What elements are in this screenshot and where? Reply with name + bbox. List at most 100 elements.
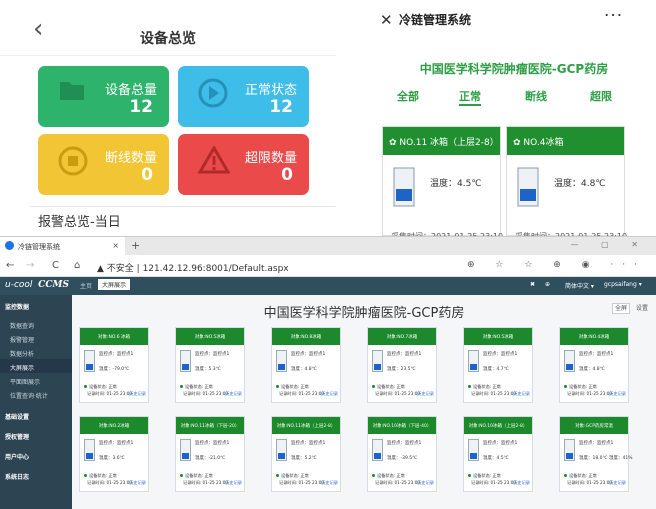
user-menu[interactable]: gcpsaifang ▾ — [604, 281, 642, 288]
device-card[interactable]: 对象:NO.5冰箱 监控点：监控点1 温度：5.3℃ 设备状态: 正常 记录时间: 01… — [175, 327, 245, 403]
device-card[interactable]: 对象:NO.10冰箱（上层2-8） 监控点：监控点1 温度：4.5℃ 设备状态: 正常… — [463, 416, 533, 492]
tab-home[interactable]: 主页 — [80, 281, 92, 290]
new-tab-button[interactable]: + — [131, 239, 140, 252]
reload-button[interactable]: C — [52, 260, 59, 271]
temperature-label: 温度：3.6℃ — [99, 456, 125, 461]
tile-normal-status[interactable]: 正常状态 12 — [178, 66, 309, 127]
tab-dashboard[interactable]: 大屏展示 — [98, 279, 131, 290]
sidebar-item[interactable]: 报警管理 — [0, 331, 72, 345]
sidebar-item[interactable]: 大屏展示 — [0, 359, 72, 373]
history-link[interactable]: 历史记录 — [609, 391, 626, 397]
mobile-detail-panel: ✕ 冷链管理系统 ··· 中国医学科学院肿瘤医院-GCP药房 全部 正常 断线 … — [372, 0, 656, 241]
close-icon[interactable]: ✕ — [380, 11, 393, 29]
device-card[interactable]: 对象:NO.11冰箱（下层-20） 监控点：监控点1 温度：-21.0℃ 设备状态: … — [175, 416, 245, 492]
tile-overlimit-count[interactable]: 超限数量 0 — [178, 134, 309, 195]
history-link[interactable]: 历史记录 — [417, 480, 434, 486]
device-card[interactable]: 对象:GCP药房常温 监控点：监控点1 温度：18.0℃ 湿度：41% 设备状态: 正… — [559, 416, 633, 492]
fullscreen-button[interactable]: 全屏 — [612, 303, 631, 314]
fullscreen-icon[interactable]: ⊕ — [545, 281, 550, 288]
settings-button[interactable]: 设置 — [636, 305, 648, 312]
play-icon — [198, 78, 228, 108]
freezer-icon — [372, 350, 383, 372]
page-title: 设备总览 — [140, 31, 196, 47]
more-icon[interactable]: ··· — [604, 6, 623, 26]
sidebar-item[interactable]: 系统日志 — [0, 467, 72, 483]
tile-total-devices[interactable]: 设备总量 12 — [38, 66, 169, 127]
device-card[interactable]: ✿ NO.11 冰箱（上层2-8） 温度：4.5℃ 采集时间：2021-01-2… — [382, 126, 503, 241]
device-card-title: 对象:GCP药房常温 — [560, 417, 628, 434]
device-card[interactable]: 对象:NO.10冰箱（下层-40） 监控点：监控点1 温度：-39.5℃ 设备状态: … — [367, 416, 437, 492]
history-link[interactable]: 历史记录 — [225, 391, 242, 397]
sidebar-item[interactable]: 位置查询·统计 — [0, 387, 72, 401]
url-input[interactable]: ▲ 不安全 | 121.42.12.96:8001/Default.aspx — [97, 261, 289, 274]
divider — [30, 206, 336, 207]
sidebar-item[interactable]: 数据分析 — [0, 345, 72, 359]
back-button[interactable]: ← — [6, 260, 14, 271]
sidebar-item[interactable]: 监控数据 — [0, 297, 72, 313]
sensor-label: 监控点：监控点1 — [99, 352, 134, 357]
history-link[interactable]: 历史记录 — [609, 480, 626, 486]
browser-tab[interactable]: 冷链管理系统 × — [0, 237, 125, 255]
history-link[interactable]: 历史记录 — [225, 480, 242, 486]
sidebar-item[interactable]: 平面图展示 — [0, 373, 72, 387]
record-time: 记录时间: 01-25 23:00 — [87, 391, 133, 396]
tile-offline-count[interactable]: 断线数量 0 — [38, 134, 169, 195]
forward-button[interactable]: → — [26, 260, 34, 271]
sensor-label: 监控点：监控点1 — [483, 352, 518, 357]
device-card-title: 对象:NO.5冰箱 — [176, 328, 244, 345]
home-button[interactable]: ⌂ — [74, 260, 80, 271]
device-card[interactable]: 对象:NO.5冰箱 监控点：监控点1 温度：4.7℃ 设备状态: 正常 记录时间: 01… — [463, 327, 533, 403]
main-content: 中国医学科学院肿瘤医院-GCP药房 全屏 设置 对象:NO.6 冰箱 监控点：监控… — [72, 295, 656, 509]
device-card[interactable]: 对象:NO.4冰箱 监控点：监控点1 温度：4.8℃ 设备状态: 正常 记录时间: 01… — [559, 327, 629, 403]
freezer-icon — [393, 167, 415, 207]
sidebar-item[interactable]: 基础设置 — [0, 407, 72, 423]
device-card[interactable]: 对象:NO.11冰箱（上层2-8） 监控点：监控点1 温度：5.2℃ 设备状态: 正常… — [271, 416, 341, 492]
device-status: 设备状态: 正常 — [569, 384, 597, 389]
close-all-icon[interactable]: ✖ — [530, 281, 535, 288]
device-card[interactable]: 对象:NO.6 冰箱 监控点：监控点1 温度：-79.0℃ 设备状态: 正常 记录时间:… — [79, 327, 149, 403]
temperature-label: 温度：5.3℃ — [195, 367, 221, 372]
device-card-header: ✿ NO.4冰箱 — [507, 127, 624, 155]
device-card-title: 对象:NO.11冰箱（上层2-8） — [272, 417, 340, 434]
tab-offline[interactable]: 断线 — [525, 88, 547, 104]
tab-overlimit[interactable]: 超限 — [590, 88, 612, 104]
warning-icon — [198, 146, 230, 174]
temperature-label: 温度：4.8℃ — [579, 367, 605, 372]
mobile-overview-header: ‹ 设备总览 — [0, 0, 336, 56]
history-link[interactable]: 历史记录 — [513, 480, 530, 486]
sidebar-item[interactable]: 用户中心 — [0, 447, 72, 463]
mobile-detail-topbar: ✕ 冷链管理系统 ··· — [372, 0, 656, 40]
device-card[interactable]: 对象:NO.7冰箱 监控点：监控点1 温度：23.5℃ 设备状态: 正常 记录时间: 0… — [367, 327, 437, 403]
freezer-icon — [84, 439, 95, 461]
browser-toolbar-icons[interactable]: ⊕ ☆ ☆ ⊕ ◉ ··· — [467, 260, 646, 270]
history-link[interactable]: 历史记录 — [129, 391, 146, 397]
device-status: 设备状态: 正常 — [377, 473, 405, 478]
status-dot — [372, 474, 375, 477]
record-time: 记录时间: 01-25 23:00 — [375, 480, 421, 485]
tab-normal[interactable]: 正常 — [459, 88, 481, 106]
device-card[interactable]: 对象:NO.8冰箱 监控点：监控点1 温度：4.8℃ 设备状态: 正常 记录时间: 01… — [271, 327, 341, 403]
history-link[interactable]: 历史记录 — [321, 391, 338, 397]
device-status: 设备状态: 正常 — [473, 473, 501, 478]
close-icon[interactable]: × — [112, 241, 119, 250]
history-link[interactable]: 历史记录 — [321, 480, 338, 486]
device-card-title: 对象:NO.2冰箱 — [80, 417, 148, 434]
temperature-label: 温度：4.8℃ — [291, 367, 317, 372]
device-status: 设备状态: 正常 — [281, 473, 309, 478]
status-dot — [372, 385, 375, 388]
sidebar: 监控数据数据查询 报警管理 数据分析 大屏展示 平面图展示 位置查询·统计 基础设置授权管理… — [0, 295, 72, 509]
device-card[interactable]: ✿ NO.4冰箱 温度：4.8℃ 采集时间：2021-01-25 23:10 — [506, 126, 627, 241]
sidebar-item[interactable]: 授权管理 — [0, 427, 72, 443]
tab-all[interactable]: 全部 — [397, 88, 419, 104]
language-select[interactable]: 简体中文 ▾ — [565, 281, 594, 290]
status-dot — [564, 474, 567, 477]
url-text: 121.42.12.96:8001/Default.aspx — [142, 264, 289, 274]
sidebar-item[interactable]: 数据查询 — [0, 317, 72, 331]
history-link[interactable]: 历史记录 — [417, 391, 434, 397]
status-dot — [468, 385, 471, 388]
window-controls[interactable]: — ▢ ✕ — [571, 240, 648, 249]
device-card[interactable]: 对象:NO.2冰箱 监控点：监控点1 温度：3.6℃ 设备状态: 正常 记录时间: 01… — [79, 416, 149, 492]
history-link[interactable]: 历史记录 — [129, 480, 146, 486]
insecure-warning: ▲ 不安全 — [97, 264, 134, 274]
history-link[interactable]: 历史记录 — [513, 391, 530, 397]
